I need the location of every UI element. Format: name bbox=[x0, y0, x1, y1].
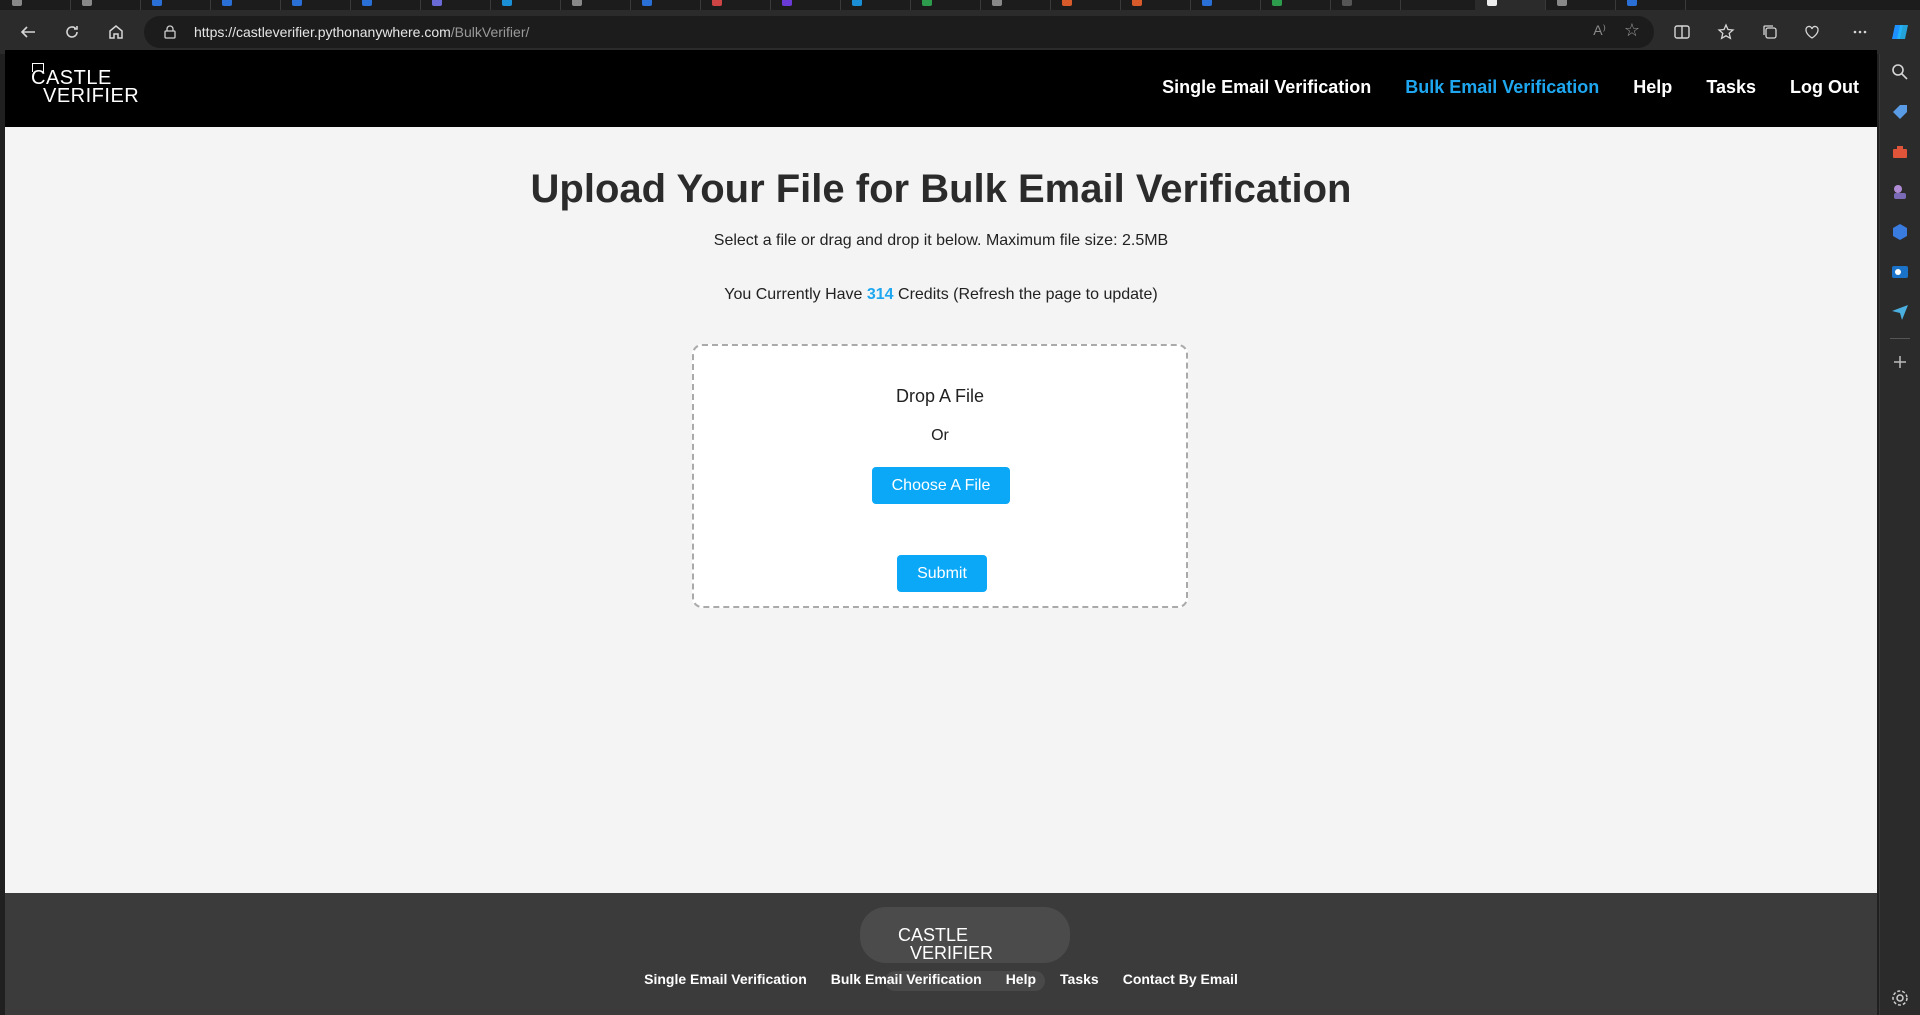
back-icon[interactable] bbox=[14, 18, 42, 46]
nav-bulk-email-verification[interactable]: Bulk Email Verification bbox=[1405, 77, 1599, 98]
upload-instructions: Select a file or drag and drop it below.… bbox=[713, 232, 1169, 249]
browser-tab[interactable] bbox=[70, 0, 141, 10]
nav-help[interactable]: Help bbox=[1633, 77, 1672, 98]
url-host: https://castleverifier.pythonanywhere.co… bbox=[194, 24, 451, 40]
browser-tab[interactable] bbox=[630, 0, 701, 10]
top-navigation: CASTLE VERIFIER Single Email Verificatio… bbox=[5, 50, 1877, 127]
nav-log-out[interactable]: Log Out bbox=[1790, 77, 1859, 98]
submit-button[interactable]: Submit bbox=[897, 555, 987, 592]
browser-toolbar: https://castleverifier.pythonanywhere.co… bbox=[0, 10, 1920, 54]
browser-tab[interactable] bbox=[140, 0, 211, 10]
nav-links: Single Email Verification Bulk Email Ver… bbox=[1162, 77, 1859, 98]
outlook-icon[interactable] bbox=[1890, 262, 1910, 282]
favorite-star-icon[interactable]: ☆ bbox=[1624, 20, 1640, 41]
add-icon[interactable] bbox=[1890, 352, 1910, 372]
credits-info: You Currently Have 314 Credits (Refresh … bbox=[5, 286, 1877, 304]
url-text[interactable]: https://castleverifier.pythonanywhere.co… bbox=[194, 24, 529, 40]
credits-suffix: Credits (Refresh the page to update) bbox=[893, 286, 1158, 303]
footer-link-bulk-email-verification[interactable]: Bulk Email Verification bbox=[831, 971, 982, 987]
file-drop-zone[interactable]: Drop A File Or Choose A File Submit bbox=[692, 344, 1188, 608]
browser-tab[interactable] bbox=[210, 0, 281, 10]
browser-tab[interactable] bbox=[1615, 0, 1686, 10]
tools-briefcase-icon[interactable] bbox=[1890, 142, 1910, 162]
browser-tab[interactable] bbox=[840, 0, 911, 10]
castle-logo-icon bbox=[32, 63, 44, 72]
browser-tab[interactable] bbox=[770, 0, 841, 10]
castle-verifier-logo[interactable]: CASTLE VERIFIER bbox=[31, 63, 140, 107]
copilot-icon[interactable] bbox=[1886, 18, 1914, 46]
drop-zone-title: Drop A File bbox=[895, 386, 985, 406]
browser-tab[interactable] bbox=[350, 0, 421, 10]
credits-prefix: You Currently Have bbox=[724, 286, 867, 303]
footer-logo-line-1: CASTLE bbox=[898, 925, 969, 945]
browser-tab[interactable] bbox=[980, 0, 1051, 10]
browser-tab[interactable] bbox=[560, 0, 631, 10]
browser-tab[interactable] bbox=[420, 0, 491, 10]
lock-icon[interactable] bbox=[162, 24, 178, 40]
logo-line-2: VERIFIER bbox=[43, 85, 140, 107]
browser-side-panel bbox=[1879, 54, 1920, 1015]
browser-essentials-icon[interactable] bbox=[1798, 18, 1826, 46]
split-screen-icon[interactable] bbox=[1668, 18, 1696, 46]
browser-tab[interactable] bbox=[1050, 0, 1121, 10]
settings-gear-icon[interactable] bbox=[1890, 988, 1910, 1008]
search-icon[interactable] bbox=[1890, 62, 1910, 82]
browser-tab[interactable] bbox=[0, 0, 71, 10]
footer-link-tasks[interactable]: Tasks bbox=[1060, 971, 1099, 987]
collections-icon[interactable] bbox=[1756, 18, 1784, 46]
games-icon[interactable] bbox=[1890, 182, 1910, 202]
footer-link-help[interactable]: Help bbox=[1006, 971, 1036, 987]
url-path: /BulkVerifier/ bbox=[450, 24, 530, 40]
drop-zone-or: Or bbox=[931, 427, 949, 444]
main-content: Upload Your File for Bulk Email Verifica… bbox=[5, 127, 1877, 893]
microsoft-365-icon[interactable] bbox=[1890, 222, 1910, 242]
page-footer: CASTLE VERIFIER Single Email Verificatio… bbox=[5, 893, 1877, 1015]
nav-single-email-verification[interactable]: Single Email Verification bbox=[1162, 77, 1371, 98]
web-page: CASTLE VERIFIER Single Email Verificatio… bbox=[5, 50, 1877, 1015]
credits-count: 314 bbox=[866, 286, 894, 303]
side-panel-divider bbox=[1890, 338, 1910, 339]
footer-links: Single Email Verification Bulk Email Ver… bbox=[5, 971, 1877, 987]
browser-tab[interactable] bbox=[490, 0, 561, 10]
footer-link-contact-by-email[interactable]: Contact By Email bbox=[1123, 971, 1238, 987]
home-icon[interactable] bbox=[102, 18, 130, 46]
address-bar[interactable]: https://castleverifier.pythonanywhere.co… bbox=[144, 16, 1654, 48]
browser-tab[interactable] bbox=[1190, 0, 1261, 10]
choose-file-button[interactable]: Choose A File bbox=[872, 467, 1010, 504]
page-title: Upload Your File for Bulk Email Verifica… bbox=[530, 167, 1352, 211]
send-plane-icon[interactable] bbox=[1890, 302, 1910, 322]
favorites-icon[interactable] bbox=[1712, 18, 1740, 46]
browser-tab[interactable] bbox=[1545, 0, 1616, 10]
nav-tasks[interactable]: Tasks bbox=[1706, 77, 1756, 98]
browser-tab-strip bbox=[0, 0, 1920, 10]
browser-tab[interactable] bbox=[280, 0, 351, 10]
refresh-icon[interactable] bbox=[58, 18, 86, 46]
read-aloud-icon[interactable]: A⁾ bbox=[1593, 22, 1606, 39]
shopping-tag-icon[interactable] bbox=[1890, 102, 1910, 122]
browser-tab[interactable] bbox=[1120, 0, 1191, 10]
footer-link-single-email-verification[interactable]: Single Email Verification bbox=[644, 971, 807, 987]
browser-tab-active[interactable] bbox=[1475, 0, 1546, 10]
browser-tab[interactable] bbox=[1260, 0, 1331, 10]
browser-tab[interactable] bbox=[700, 0, 771, 10]
footer-logo[interactable]: CASTLE VERIFIER bbox=[898, 926, 993, 962]
footer-logo-line-2: VERIFIER bbox=[910, 943, 994, 963]
browser-tab[interactable] bbox=[910, 0, 981, 10]
more-menu-icon[interactable] bbox=[1846, 18, 1874, 46]
browser-tab[interactable] bbox=[1330, 0, 1401, 10]
